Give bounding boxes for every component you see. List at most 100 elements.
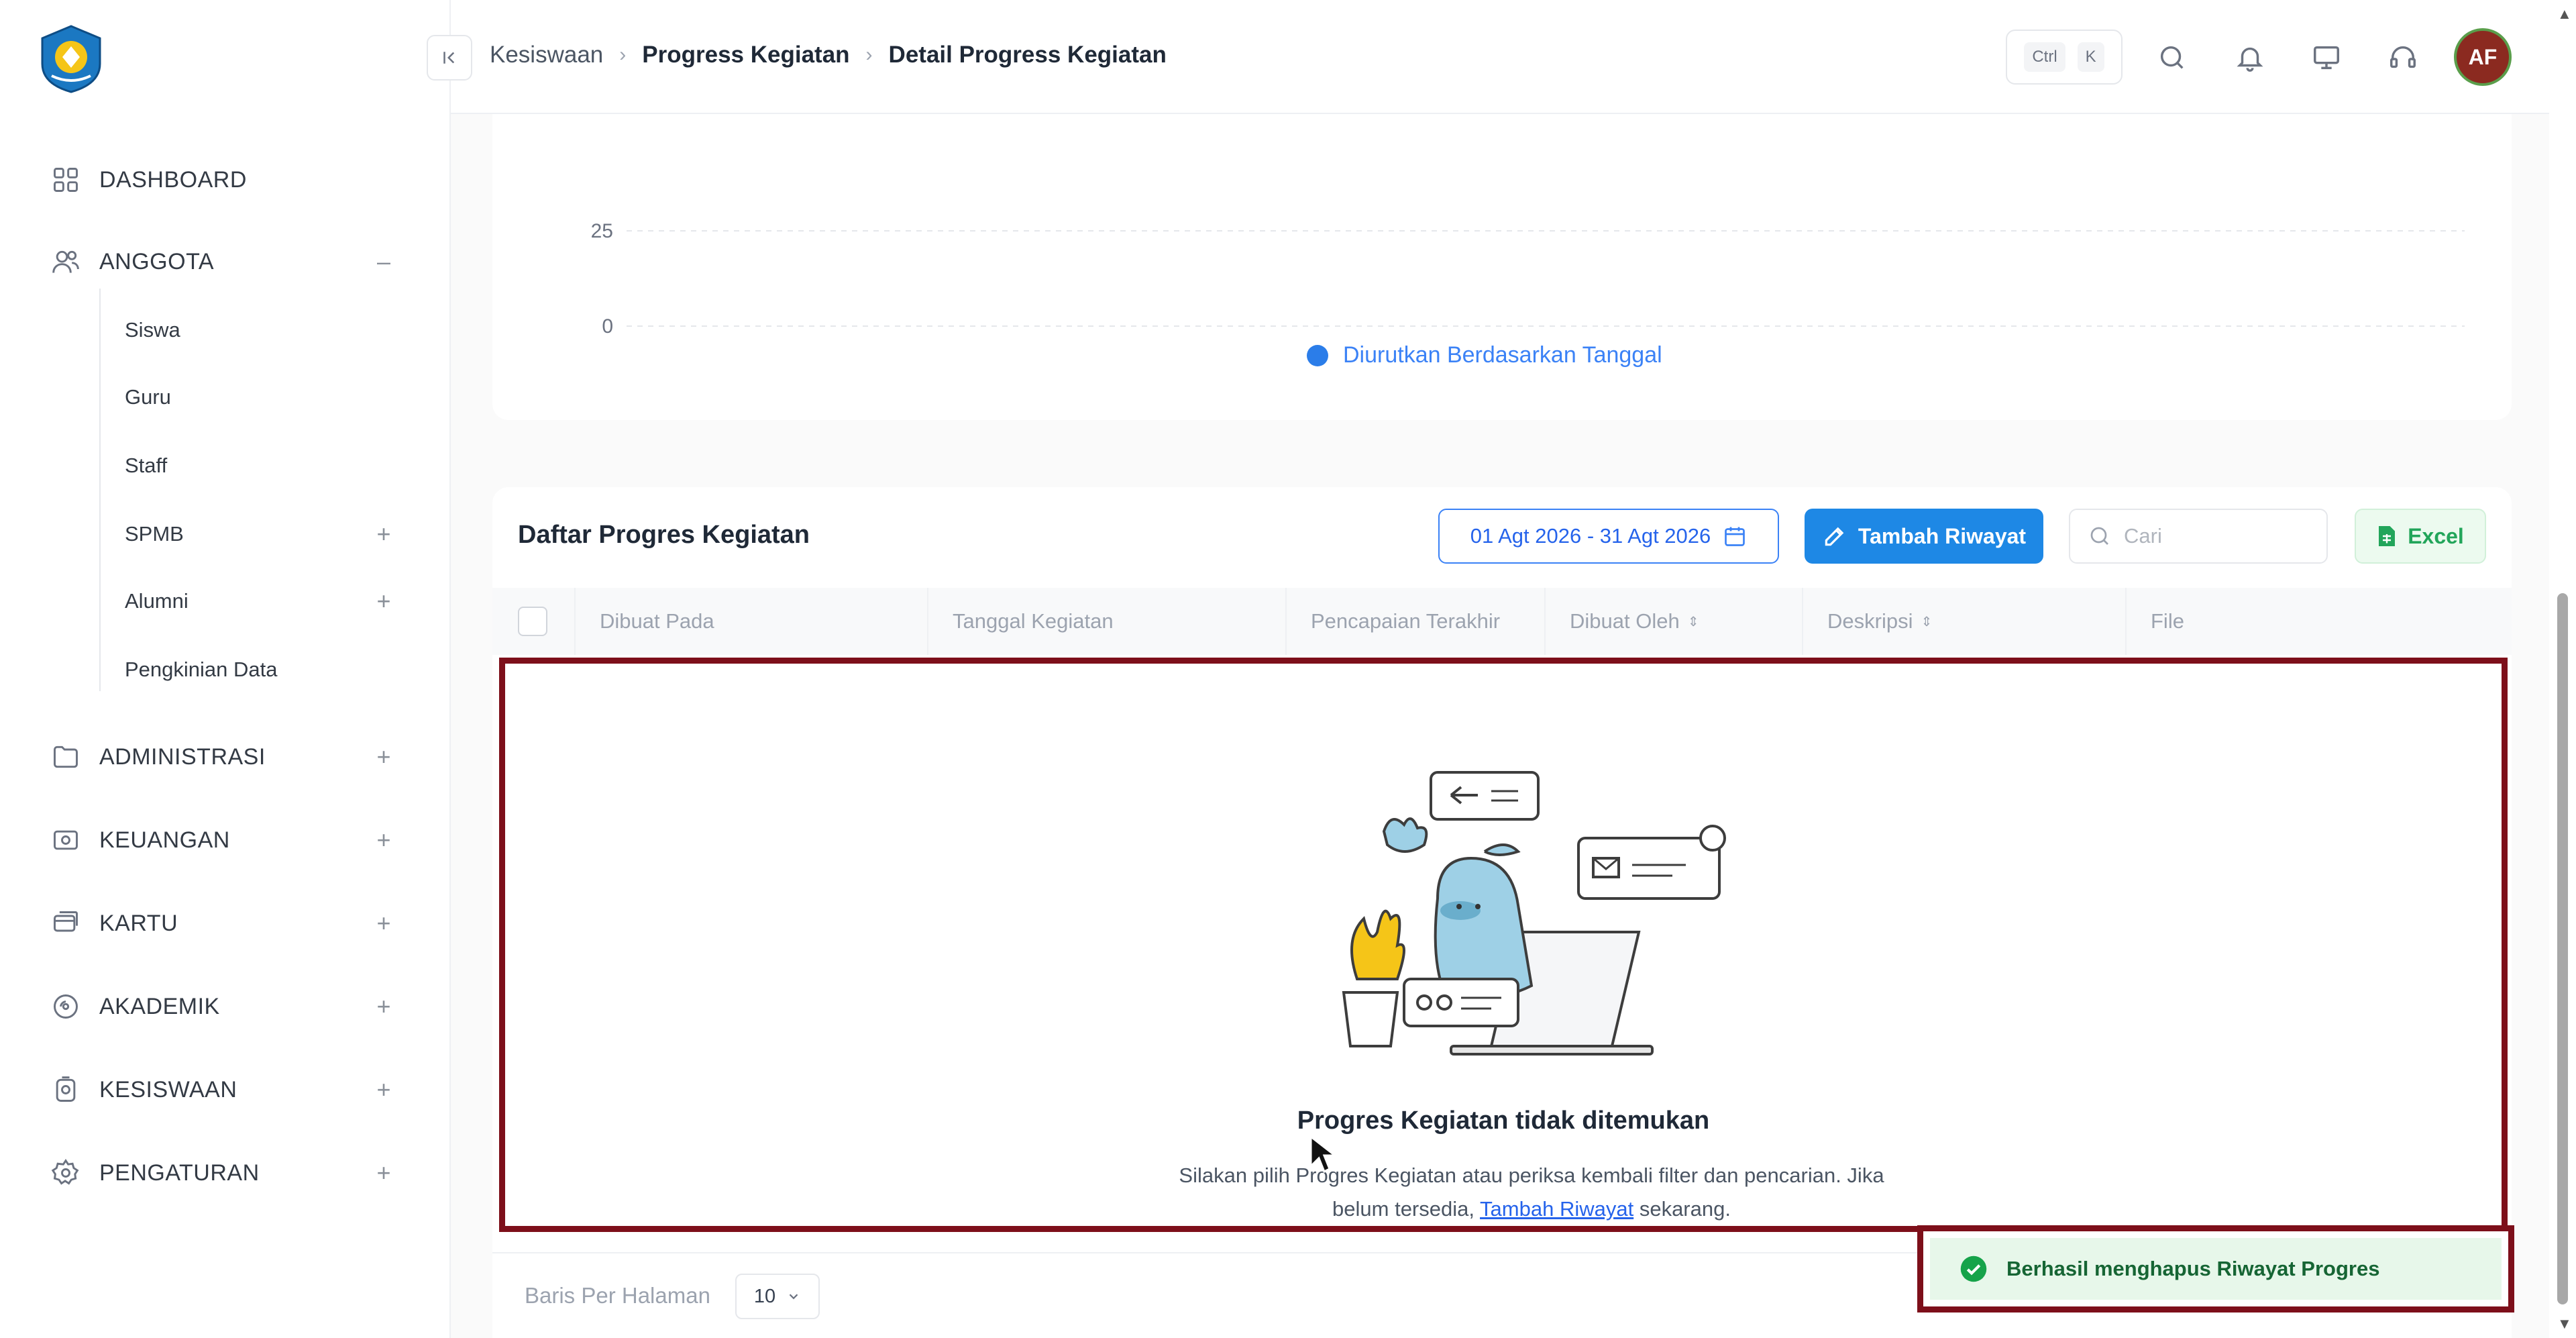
sidebar-item-label: KARTU bbox=[99, 910, 178, 936]
table-title: Daftar Progres Kegiatan bbox=[518, 521, 810, 549]
table-header: Dibuat Pada Tanggal Kegiatan Pencapaian … bbox=[492, 588, 2512, 655]
column-dibuat-oleh[interactable]: Dibuat Oleh ⇕ bbox=[1544, 588, 1802, 655]
sidebar-item-label: KEUANGAN bbox=[99, 827, 230, 853]
sort-icon[interactable]: ⇕ bbox=[1921, 613, 1932, 630]
column-label: Deskripsi bbox=[1827, 609, 1913, 633]
edit-icon bbox=[1825, 527, 1844, 546]
expand-icon[interactable]: + bbox=[370, 1076, 397, 1104]
avatar[interactable]: AF bbox=[2454, 28, 2512, 86]
date-range-value: 01 Agt 2026 - 31 Agt 2026 bbox=[1470, 524, 1711, 548]
toast-message: Berhasil menghapus Riwayat Progres bbox=[2006, 1257, 2380, 1280]
scroll-up-arrow[interactable]: ▲ bbox=[2557, 5, 2572, 23]
tambah-riwayat-button[interactable]: Tambah Riwayat bbox=[1805, 509, 2043, 564]
column-label: File bbox=[2151, 609, 2184, 633]
subitem-label: Alumni bbox=[125, 589, 189, 613]
sidebar-item-dashboard[interactable]: DASHBOARD bbox=[48, 160, 397, 200]
search-input[interactable] bbox=[2124, 524, 2312, 548]
sidebar-item-label: ANGGOTA bbox=[99, 248, 214, 274]
subitem-label: Guru bbox=[125, 385, 171, 409]
sidebar-item-anggota[interactable]: ANGGOTA – bbox=[48, 242, 397, 282]
sidebar-item-administrasi[interactable]: ADMINISTRASI + bbox=[48, 737, 397, 777]
bell-icon[interactable] bbox=[2231, 39, 2269, 76]
expand-icon[interactable]: + bbox=[370, 826, 397, 854]
column-label: Dibuat Pada bbox=[600, 609, 714, 633]
grid-icon bbox=[48, 162, 83, 197]
sidebar-subitem-guru[interactable]: Guru bbox=[125, 378, 397, 416]
rows-per-page-label: Baris Per Halaman bbox=[525, 1283, 710, 1308]
kbd-ctrl: Ctrl bbox=[2024, 42, 2065, 72]
sidebar-item-kesiswaan[interactable]: KESISWAAN + bbox=[48, 1070, 397, 1110]
sidebar-item-pengaturan[interactable]: PENGATURAN + bbox=[48, 1153, 397, 1193]
expand-icon[interactable]: + bbox=[370, 743, 397, 771]
sidebar-subitem-pengkinian-data[interactable]: Pengkinian Data bbox=[125, 651, 397, 688]
column-deskripsi[interactable]: Deskripsi ⇕ bbox=[1802, 588, 2125, 655]
sort-icon[interactable]: ⇕ bbox=[1688, 613, 1699, 630]
legend-dot bbox=[1307, 344, 1328, 366]
toast-body: Berhasil menghapus Riwayat Progres bbox=[1930, 1238, 2502, 1300]
sidebar-item-akademik[interactable]: AKADEMIK + bbox=[48, 986, 397, 1027]
sidebar: DASHBOARD ANGGOTA – Siswa Guru Staff SPM… bbox=[0, 0, 451, 1338]
date-range-picker[interactable]: 01 Agt 2026 - 31 Agt 2026 bbox=[1438, 509, 1779, 564]
monitor-icon[interactable] bbox=[2308, 39, 2345, 76]
submenu-divider bbox=[99, 289, 101, 691]
expand-icon[interactable]: + bbox=[370, 992, 397, 1021]
success-toast: Berhasil menghapus Riwayat Progres bbox=[1917, 1225, 2514, 1313]
users-icon bbox=[48, 244, 83, 279]
column-label: Pencapaian Terakhir bbox=[1311, 609, 1501, 633]
column-file[interactable]: File bbox=[2125, 588, 2512, 655]
chart-legend[interactable]: Diurutkan Berdasarkan Tanggal bbox=[1307, 342, 1662, 368]
tambah-riwayat-link[interactable]: Tambah Riwayat bbox=[1480, 1197, 1633, 1221]
expand-icon[interactable]: + bbox=[370, 1159, 397, 1187]
empty-desc-text-end: sekarang. bbox=[1639, 1197, 1731, 1221]
tambah-riwayat-label: Tambah Riwayat bbox=[1858, 523, 2027, 548]
mouse-cursor-icon bbox=[1309, 1134, 1335, 1174]
expand-icon[interactable]: + bbox=[370, 520, 397, 548]
sidebar-item-label: KESISWAAN bbox=[99, 1076, 237, 1102]
support-icon[interactable] bbox=[2384, 39, 2422, 76]
excel-export-button[interactable]: Excel bbox=[2355, 509, 2486, 564]
money-icon bbox=[48, 823, 83, 858]
empty-state-illustration bbox=[1342, 771, 1726, 1056]
column-label: Tanggal Kegiatan bbox=[953, 609, 1114, 633]
column-dibuat-pada[interactable]: Dibuat Pada bbox=[574, 588, 927, 655]
empty-state-title: Progres Kegiatan tidak ditemukan bbox=[1297, 1107, 1710, 1135]
expand-icon[interactable]: + bbox=[370, 909, 397, 937]
sidebar-subitem-spmb[interactable]: SPMB + bbox=[125, 515, 397, 553]
expand-icon[interactable]: + bbox=[370, 587, 397, 615]
search-field[interactable] bbox=[2069, 509, 2328, 564]
column-pencapaian-terakhir[interactable]: Pencapaian Terakhir bbox=[1285, 588, 1544, 655]
sidebar-item-label: DASHBOARD bbox=[99, 166, 247, 193]
collapse-icon[interactable]: – bbox=[370, 248, 397, 276]
top-header: Kesiswaan › Progress Kegiatan › Detail P… bbox=[0, 0, 2549, 114]
folder-icon bbox=[48, 739, 83, 774]
subitem-label: Staff bbox=[125, 454, 168, 477]
empty-state: Progres Kegiatan tidak ditemukan Silakan… bbox=[499, 658, 2508, 1232]
gear-icon bbox=[48, 1155, 83, 1190]
breadcrumb-kesiswaan[interactable]: Kesiswaan bbox=[490, 42, 603, 68]
search-icon bbox=[2090, 527, 2108, 545]
progress-table-card: Daftar Progres Kegiatan 01 Agt 2026 - 31… bbox=[492, 487, 2512, 1338]
column-tanggal-kegiatan[interactable]: Tanggal Kegiatan bbox=[927, 588, 1285, 655]
command-shortcut[interactable]: Ctrl K bbox=[2006, 30, 2123, 85]
sidebar-subitem-alumni[interactable]: Alumni + bbox=[125, 582, 397, 620]
sidebar-subitem-staff[interactable]: Staff bbox=[125, 447, 397, 484]
rows-per-page-select[interactable]: 10 bbox=[735, 1274, 820, 1319]
sidebar-item-label: PENGATURAN bbox=[99, 1160, 260, 1186]
sidebar-subitem-siswa[interactable]: Siswa bbox=[125, 311, 397, 349]
sidebar-item-keuangan[interactable]: KEUANGAN + bbox=[48, 820, 397, 860]
breadcrumb-progress-kegiatan[interactable]: Progress Kegiatan bbox=[642, 42, 849, 68]
column-label: Dibuat Oleh bbox=[1570, 609, 1680, 633]
sidebar-item-kartu[interactable]: KARTU + bbox=[48, 903, 397, 943]
spreadsheet-icon bbox=[2379, 526, 2396, 546]
select-all-checkbox[interactable] bbox=[518, 607, 547, 636]
subitem-label: Siswa bbox=[125, 318, 180, 342]
subitem-label: Pengkinian Data bbox=[125, 658, 278, 681]
scroll-down-arrow[interactable]: ▼ bbox=[2557, 1315, 2572, 1333]
search-icon[interactable] bbox=[2153, 39, 2191, 76]
breadcrumb-detail: Detail Progress Kegiatan bbox=[888, 42, 1167, 68]
collapse-sidebar-button[interactable] bbox=[427, 35, 472, 81]
page-scrollbar[interactable]: ▲ ▼ bbox=[2549, 0, 2576, 1338]
chevron-right-icon: › bbox=[865, 44, 873, 66]
sidebar-item-label: AKADEMIK bbox=[99, 993, 220, 1019]
scroll-thumb[interactable] bbox=[2557, 593, 2568, 1304]
